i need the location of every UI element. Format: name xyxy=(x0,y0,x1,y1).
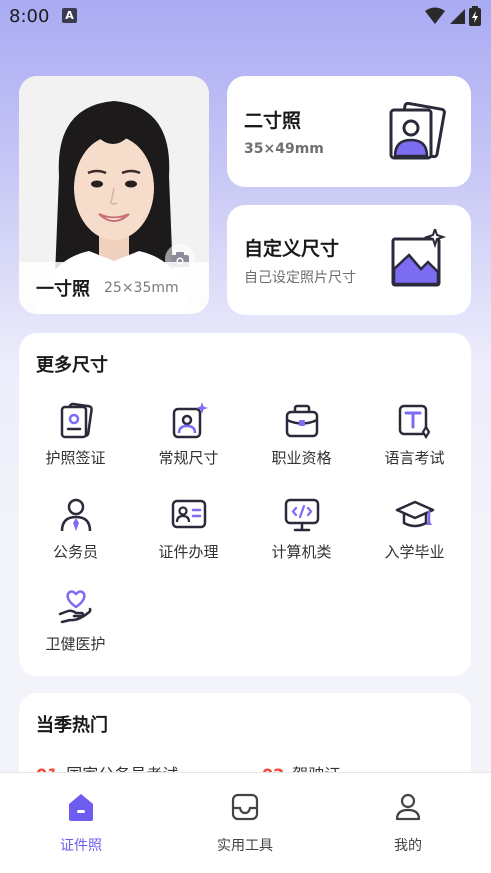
monitor-code-icon xyxy=(284,498,319,532)
status-time: 8:00 xyxy=(9,6,50,27)
two-inch-size: 35×49mm xyxy=(244,141,324,157)
grid-item-computer[interactable]: 计算机类 xyxy=(245,495,358,562)
grid-item-regular-size[interactable]: 常规尺寸 xyxy=(132,401,245,468)
status-icons xyxy=(425,6,481,26)
graduation-cap-icon xyxy=(395,500,434,528)
grid-item-health-medical[interactable]: 卫健医护 xyxy=(19,587,132,654)
notification-a-icon: A xyxy=(62,8,77,23)
home-icon xyxy=(69,794,93,821)
id-card-icon xyxy=(171,499,206,529)
one-inch-title: 一寸照 xyxy=(36,279,90,300)
inbox-icon xyxy=(231,793,259,821)
status-bar: 8:00 A xyxy=(0,0,491,34)
one-inch-label-bar: 一寸照 25×35mm xyxy=(19,262,209,314)
grid-item-label: 入学毕业 xyxy=(384,543,445,561)
briefcase-icon xyxy=(285,404,318,438)
two-inch-photo-card[interactable]: 二寸照 35×49mm xyxy=(227,76,471,187)
grid-item-id-processing[interactable]: 证件办理 xyxy=(132,495,245,562)
text-t-icon xyxy=(398,404,430,440)
more-sizes-section: 更多尺寸 护照签证 常规尺寸 职业资格 语言考试 公务员 证件办理 计算机类 入… xyxy=(19,333,471,676)
tab-label: 实用工具 xyxy=(217,838,273,854)
grid-item-civil-servant[interactable]: 公务员 xyxy=(19,495,132,562)
grid-item-label: 卫健医护 xyxy=(45,635,106,653)
passport-icon xyxy=(60,402,93,439)
grid-item-label: 职业资格 xyxy=(271,449,332,467)
grid-item-label: 常规尺寸 xyxy=(158,449,219,467)
wifi-icon xyxy=(425,7,445,24)
portrait-frame-icon xyxy=(389,102,446,160)
grid-item-label: 计算机类 xyxy=(271,543,332,561)
one-inch-size: 25×35mm xyxy=(104,280,179,296)
custom-size-card[interactable]: 自定义尺寸 自己设定照片尺寸 xyxy=(227,205,471,315)
grid-item-label: 公务员 xyxy=(52,543,98,561)
one-inch-photo-card[interactable]: 一寸照 25×35mm xyxy=(19,76,209,314)
user-icon xyxy=(395,793,421,821)
grid-item-professional-qualification[interactable]: 职业资格 xyxy=(245,401,358,468)
image-sparkle-icon xyxy=(391,229,447,287)
grid-item-label: 语言考试 xyxy=(384,449,445,467)
grid-item-language-exam[interactable]: 语言考试 xyxy=(358,401,471,468)
tab-label: 证件照 xyxy=(60,838,102,854)
custom-size-subtitle: 自己设定照片尺寸 xyxy=(244,270,356,286)
bottom-tab-bar: 证件照 实用工具 我的 xyxy=(0,772,491,873)
signal-icon xyxy=(450,9,465,24)
grid-item-enrollment-graduation[interactable]: 入学毕业 xyxy=(358,495,471,562)
person-icon xyxy=(60,498,91,532)
tab-id-photo[interactable]: 证件照 xyxy=(21,791,141,855)
two-inch-title: 二寸照 xyxy=(244,110,302,132)
tab-mine[interactable]: 我的 xyxy=(348,791,468,855)
tab-utilities[interactable]: 实用工具 xyxy=(185,791,305,855)
hot-season-title: 当季热门 xyxy=(36,715,108,736)
more-sizes-title: 更多尺寸 xyxy=(36,355,108,376)
heart-hand-icon xyxy=(58,590,91,624)
battery-icon xyxy=(469,6,481,26)
custom-size-title: 自定义尺寸 xyxy=(244,238,340,260)
portrait-sparkle-icon xyxy=(172,402,208,439)
grid-item-label: 证件办理 xyxy=(158,543,219,561)
grid-item-passport-visa[interactable]: 护照签证 xyxy=(19,401,132,468)
grid-item-label: 护照签证 xyxy=(45,449,106,467)
tab-label: 我的 xyxy=(394,838,422,854)
